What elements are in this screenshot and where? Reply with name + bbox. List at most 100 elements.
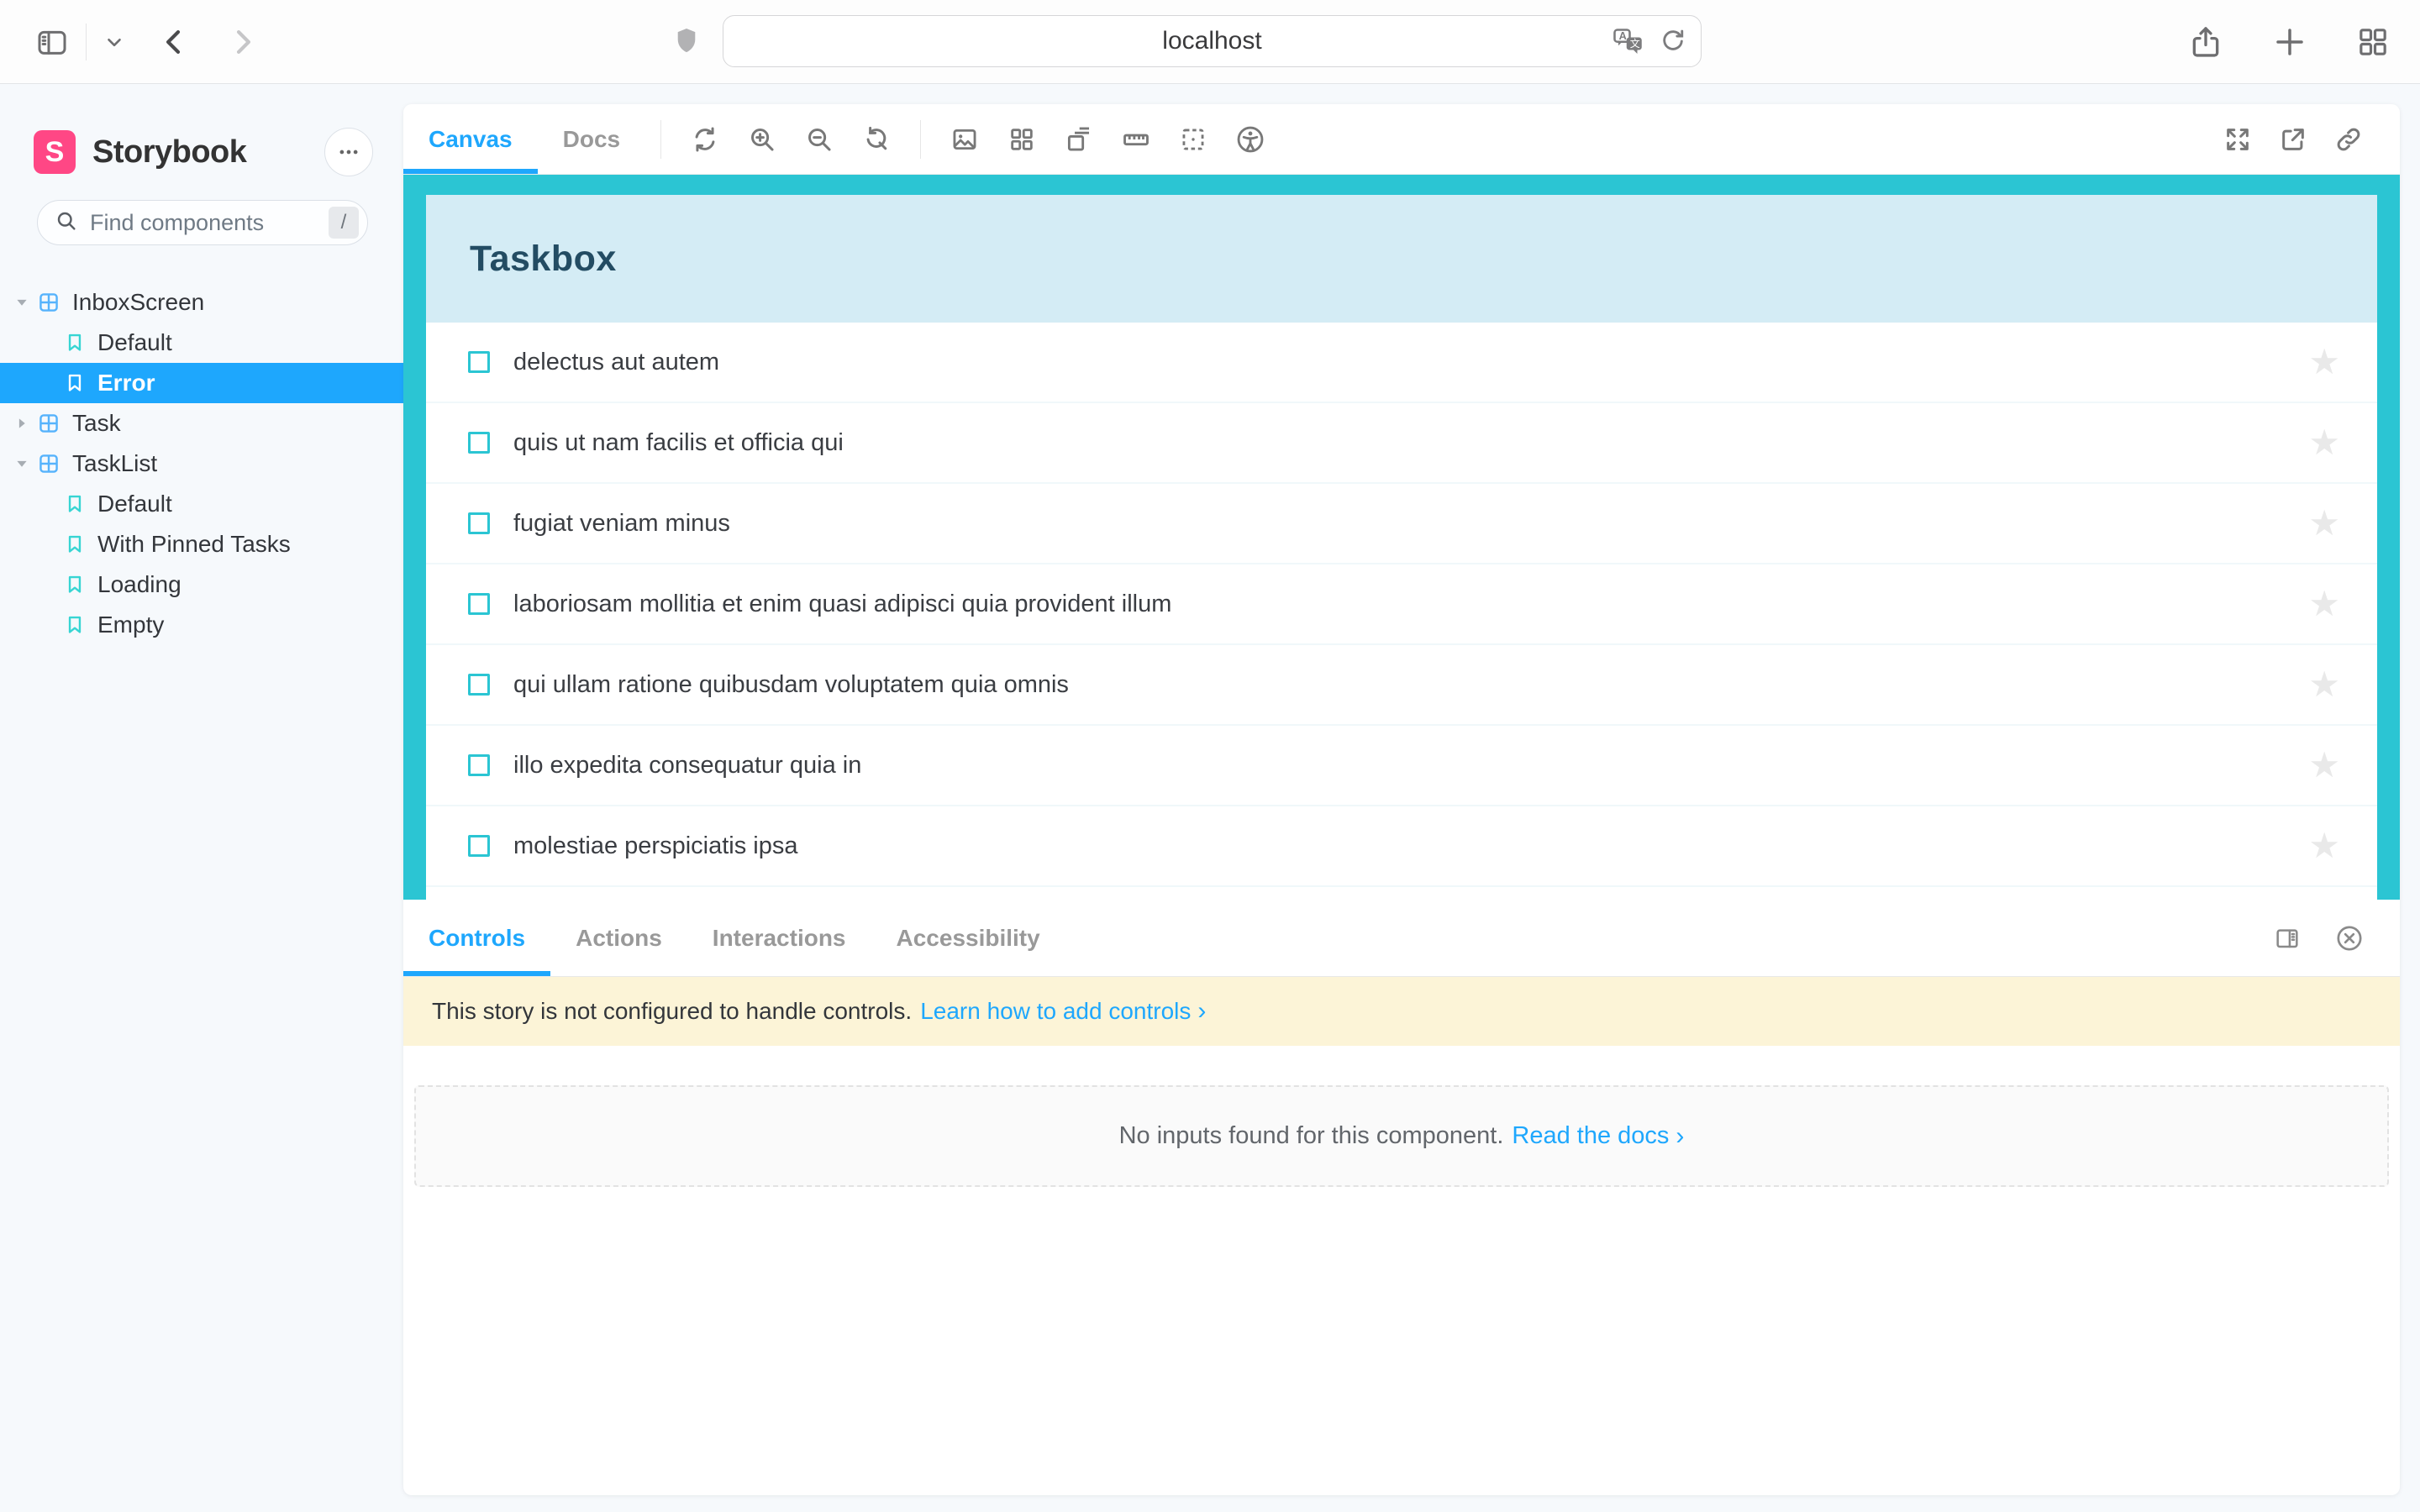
zoom-out-icon — [805, 125, 834, 154]
share-button[interactable] — [2188, 24, 2223, 60]
sidebar-item-loading[interactable]: Loading — [0, 564, 403, 605]
privacy-shield-icon[interactable] — [671, 25, 702, 61]
story-bookmark-icon — [64, 493, 86, 515]
task-title: molestiae perspiciatis ipsa — [513, 832, 798, 859]
sidebar-item-empty[interactable]: Empty — [0, 605, 403, 645]
remount-button[interactable] — [676, 104, 734, 175]
caret-down-icon[interactable] — [13, 455, 30, 472]
tab-interactions[interactable]: Interactions — [687, 900, 871, 976]
pin-star-icon[interactable]: ★ — [2308, 506, 2340, 541]
pin-star-icon[interactable]: ★ — [2308, 748, 2340, 783]
read-docs-link[interactable]: Read the docs — [1512, 1122, 1669, 1150]
task-checkbox[interactable] — [468, 754, 490, 776]
component-icon — [37, 291, 60, 314]
zoom-in-button[interactable] — [734, 104, 791, 175]
sidebar-item-label: With Pinned Tasks — [97, 531, 291, 557]
chevron-right-icon: › — [1197, 997, 1207, 1025]
learn-controls-link[interactable]: Learn how to add controls — [920, 998, 1191, 1025]
browser-sidebar-toggle-button[interactable] — [35, 25, 69, 59]
external-link-icon — [2279, 125, 2307, 154]
sidebar-item-inboxscreen-default[interactable]: Default — [0, 323, 403, 363]
story-bookmark-icon — [64, 614, 86, 636]
story-bookmark-icon — [64, 574, 86, 596]
warning-text: This story is not configured to handle c… — [432, 998, 913, 1024]
open-canvas-new-tab-button[interactable] — [2265, 104, 2321, 175]
search-icon — [55, 209, 78, 237]
storybook-logo: S — [34, 130, 76, 174]
sidebar-menu-button[interactable] — [324, 128, 373, 176]
reload-icon — [1659, 27, 1687, 55]
toolbar-divider — [86, 23, 87, 60]
taskbox-header: Taskbox — [426, 195, 2377, 323]
component-icon — [37, 412, 60, 435]
forward-button[interactable] — [226, 26, 258, 58]
pin-star-icon[interactable]: ★ — [2308, 667, 2340, 702]
sidebar-item-label: Error — [97, 370, 155, 396]
chevron-right-icon: › — [1676, 1121, 1685, 1150]
sidebar-item-label: InboxScreen — [72, 289, 205, 315]
outline-button[interactable] — [1165, 104, 1222, 175]
zoom-reset-icon — [862, 125, 891, 154]
search-input[interactable]: Find components / — [37, 200, 368, 245]
accessibility-icon — [1235, 124, 1265, 155]
sidebar-item-inboxscreen-error[interactable]: Error — [0, 363, 403, 403]
zoom-in-icon — [748, 125, 776, 154]
story-bookmark-icon — [64, 533, 86, 555]
fullscreen-button[interactable] — [2210, 104, 2265, 175]
task-row: quis ut nam facilis et officia qui ★ — [426, 403, 2377, 484]
translate-button[interactable]: A 文 — [1612, 26, 1645, 56]
copy-link-button[interactable] — [2321, 104, 2376, 175]
expand-icon — [2223, 125, 2252, 154]
sidebar-toggle-icon — [35, 25, 69, 59]
backgrounds-button[interactable] — [936, 104, 993, 175]
caret-down-icon[interactable] — [13, 294, 30, 311]
sidebar-item-tasklist-default[interactable]: Default — [0, 484, 403, 524]
pin-star-icon[interactable]: ★ — [2308, 828, 2340, 864]
tab-canvas[interactable]: Canvas — [403, 104, 538, 174]
grid-button[interactable] — [993, 104, 1050, 175]
caret-right-icon[interactable] — [13, 415, 30, 432]
tab-actions[interactable]: Actions — [550, 900, 687, 976]
accessibility-button[interactable] — [1222, 104, 1279, 175]
tab-grid-icon — [2356, 25, 2390, 59]
pin-star-icon[interactable]: ★ — [2308, 425, 2340, 460]
zoom-reset-button[interactable] — [848, 104, 905, 175]
tab-docs[interactable]: Docs — [538, 104, 645, 174]
task-checkbox[interactable] — [468, 512, 490, 534]
svg-text:A: A — [1619, 29, 1627, 42]
sidebar-item-tasklist[interactable]: TaskList — [0, 444, 403, 484]
url-text: localhost — [1162, 27, 1262, 55]
task-checkbox[interactable] — [468, 593, 490, 615]
pin-star-icon[interactable]: ★ — [2308, 586, 2340, 622]
tab-overview-button[interactable] — [2356, 25, 2390, 59]
tab-controls[interactable]: Controls — [403, 900, 551, 976]
back-button[interactable] — [159, 26, 191, 58]
new-tab-button[interactable] — [2272, 24, 2307, 60]
viewport-button[interactable] — [1050, 104, 1107, 175]
task-title: illo expedita consequatur quia in — [513, 751, 862, 779]
measure-button[interactable] — [1107, 104, 1165, 175]
tab-accessibility[interactable]: Accessibility — [871, 900, 1065, 976]
storybook-sidebar: S Storybook Find components / InboxScree… — [0, 84, 403, 1512]
component-icon — [37, 452, 60, 475]
reload-button[interactable] — [1659, 27, 1687, 55]
panel-position-button[interactable] — [2262, 900, 2312, 977]
plus-icon — [2272, 24, 2307, 60]
zoom-out-button[interactable] — [791, 104, 848, 175]
task-checkbox[interactable] — [468, 674, 490, 696]
story-bookmark-icon — [64, 332, 86, 354]
sidebar-item-label: Empty — [97, 612, 165, 638]
task-checkbox[interactable] — [468, 351, 490, 373]
task-checkbox[interactable] — [468, 835, 490, 857]
pin-star-icon[interactable]: ★ — [2308, 344, 2340, 380]
sidebar-item-with-pinned-tasks[interactable]: With Pinned Tasks — [0, 524, 403, 564]
sidebar-item-task[interactable]: Task — [0, 403, 403, 444]
address-bar[interactable]: localhost A 文 — [723, 15, 1702, 67]
close-panel-button[interactable] — [2324, 900, 2375, 977]
controls-panel-body: No inputs found for this component. Read… — [403, 1046, 2400, 1495]
task-row: fugiat veniam minus ★ — [426, 484, 2377, 564]
canvas-toolbar: Canvas Docs — [403, 104, 2400, 175]
task-checkbox[interactable] — [468, 432, 490, 454]
sidebar-item-inboxscreen[interactable]: InboxScreen — [0, 282, 403, 323]
sidebar-dropdown-button[interactable] — [103, 31, 125, 53]
